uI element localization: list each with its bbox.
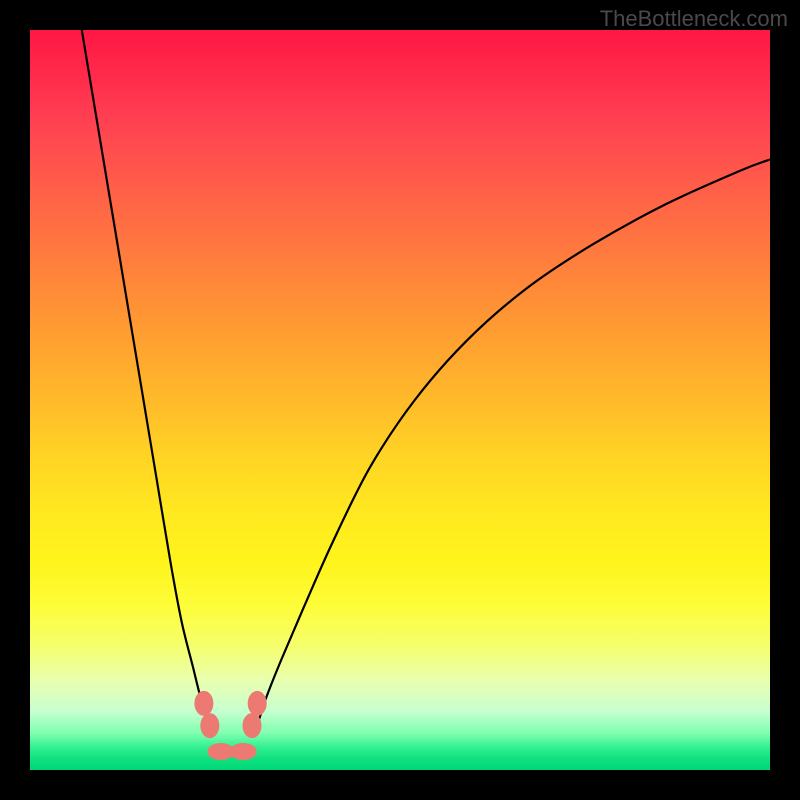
left-marker-top [195,691,213,715]
marker-group [195,691,266,759]
curve-svg [30,30,770,770]
curve-left-branch [82,30,214,733]
curve-right-branch [253,160,770,734]
plot-area [30,30,770,770]
right-marker-top [248,691,266,715]
attribution-text: TheBottleneck.com [600,6,788,32]
right-marker-bot [243,714,261,738]
valley-marker-right [230,744,256,760]
left-marker-bot [201,714,219,738]
